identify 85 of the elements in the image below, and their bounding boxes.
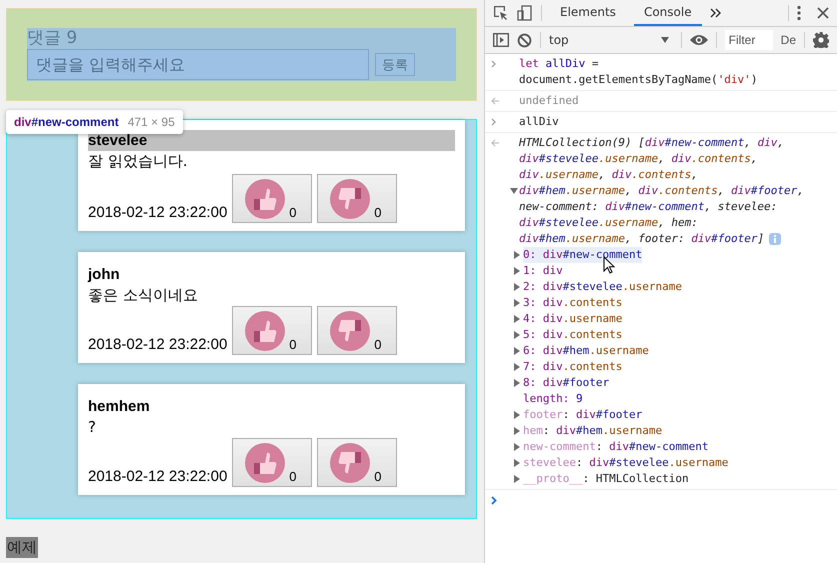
dislike-button[interactable]: 0 [317,306,398,355]
like-button[interactable]: 0 [232,174,312,223]
inspect-tooltip: div#new-comment 471 × 95 [6,110,183,134]
thumbs-down-icon [330,310,370,350]
console-tree-item[interactable]: new-comment: div#new-comment [523,439,708,455]
input-prompt-icon [491,60,496,68]
console-line: HTMLCollection(9) [div#new-comment, div, [519,135,784,151]
comment-username: stevelee [88,130,455,151]
expand-triangle-icon[interactable] [513,379,521,387]
console-tree-item[interactable]: 8: div#footer [523,375,610,391]
expand-triangle-icon[interactable] [513,283,521,291]
settings-icon[interactable] [813,32,829,48]
console-line: div#hem.username, div.contents, div#footer, [519,183,804,199]
menu-icon[interactable] [797,5,801,21]
expand-triangle-icon[interactable] [513,331,521,339]
expand-triangle-icon[interactable] [513,363,521,371]
like-button[interactable]: 0 [232,438,312,487]
thumbs-up-icon [245,178,286,218]
devtools-tab[interactable]: Elements [550,0,626,26]
comment-date: 2018-02-12 23:22:00 [88,203,228,223]
close-icon[interactable] [817,7,829,19]
console-line: undefined [519,93,579,109]
console-tree-item[interactable]: stevelee: div#stevelee.username [523,455,728,471]
console-line: div#stevelee.username, hem: [519,215,698,231]
console-line: allDiv [519,114,559,130]
dislike-button[interactable]: 0 [317,438,398,487]
console-tree-item[interactable]: 6: div#hem.username [523,343,649,359]
comment-text: 잘 읽었습니다. [88,151,189,172]
comment-username: hemhem [88,397,151,417]
console-line: div#hem.username, footer: div#footer] [519,231,764,247]
filter-field[interactable]: Filter [724,30,773,50]
comment-date: 2018-02-12 23:22:00 [88,467,228,487]
result-arrow-icon [491,97,499,105]
expand-triangle-icon[interactable] [510,187,518,195]
expand-triangle-icon[interactable] [513,347,521,355]
console-tree-item[interactable]: 5: div.contents [523,327,622,343]
device-toolbar-icon[interactable] [517,5,533,21]
like-button[interactable]: 0 [232,306,312,355]
expand-triangle-icon[interactable] [513,427,521,435]
expand-triangle-icon[interactable] [513,299,521,307]
caret-icon [660,37,669,43]
comment-text: ? [88,417,97,438]
expand-triangle-icon[interactable] [513,267,521,275]
result-arrow-icon [491,139,499,147]
console-tree-item[interactable]: hem: div#hem.username [523,423,662,439]
console-line: div#stevelee.username, div.contents, [519,151,758,167]
levels-dropdown[interactable]: De [780,33,796,47]
dislike-button[interactable]: 0 [317,174,398,223]
sidebar-toggle-icon[interactable] [493,33,509,47]
context-select[interactable]: top [549,33,673,47]
thumbs-up-icon [245,442,286,482]
console-tree-item[interactable]: 3: div.contents [523,295,622,311]
console-tree-item[interactable]: __proto__: HTMLCollection [523,471,689,487]
comment-input-field[interactable]: 댓글을 입력해주세요 [27,49,369,80]
console-prompt-icon[interactable] [491,496,497,505]
expand-triangle-icon[interactable] [513,443,521,451]
expand-triangle-icon[interactable] [513,459,521,467]
input-prompt-icon [491,118,496,126]
inspect-icon[interactable] [493,5,509,21]
console-tree-item[interactable]: 1: div [523,263,563,279]
thumbs-down-icon [330,178,370,218]
console-tree-item[interactable]: 2: div#stevelee.username [523,279,682,295]
comment-username: john [88,265,121,285]
comment-text: 좋은 소식이네요 [88,285,199,306]
comment-count-label: 댓글 9 [27,28,78,49]
eye-icon[interactable] [690,34,708,46]
console-tree-item[interactable]: length: 9 [523,391,583,407]
console-line: new-comment: div#new-comment, stevelee: [519,199,778,215]
comment-date: 2018-02-12 23:22:00 [88,335,228,355]
more-tabs-icon[interactable] [710,8,722,18]
console-tree-item[interactable]: 4: div.username [523,311,622,327]
console-line: let allDiv = [519,56,598,72]
expand-triangle-icon[interactable] [513,315,521,323]
console-tree-item[interactable]: footer: div#footer [523,407,642,423]
thumbs-down-icon [330,442,370,482]
expand-triangle-icon[interactable] [513,251,521,259]
clear-console-icon[interactable] [517,32,532,48]
thumbs-up-icon [245,310,286,350]
console-line: div.username, div.contents, [519,167,698,183]
console-tree-item[interactable]: 0: div#new-comment [523,247,642,263]
console-tree-item[interactable]: 7: div.contents [523,359,622,375]
expand-triangle-icon[interactable] [513,411,521,419]
footer-label: 예제 [6,537,38,558]
console-line: document.getElementsByTagName('div') [519,72,758,88]
expand-triangle-icon[interactable] [513,475,521,483]
